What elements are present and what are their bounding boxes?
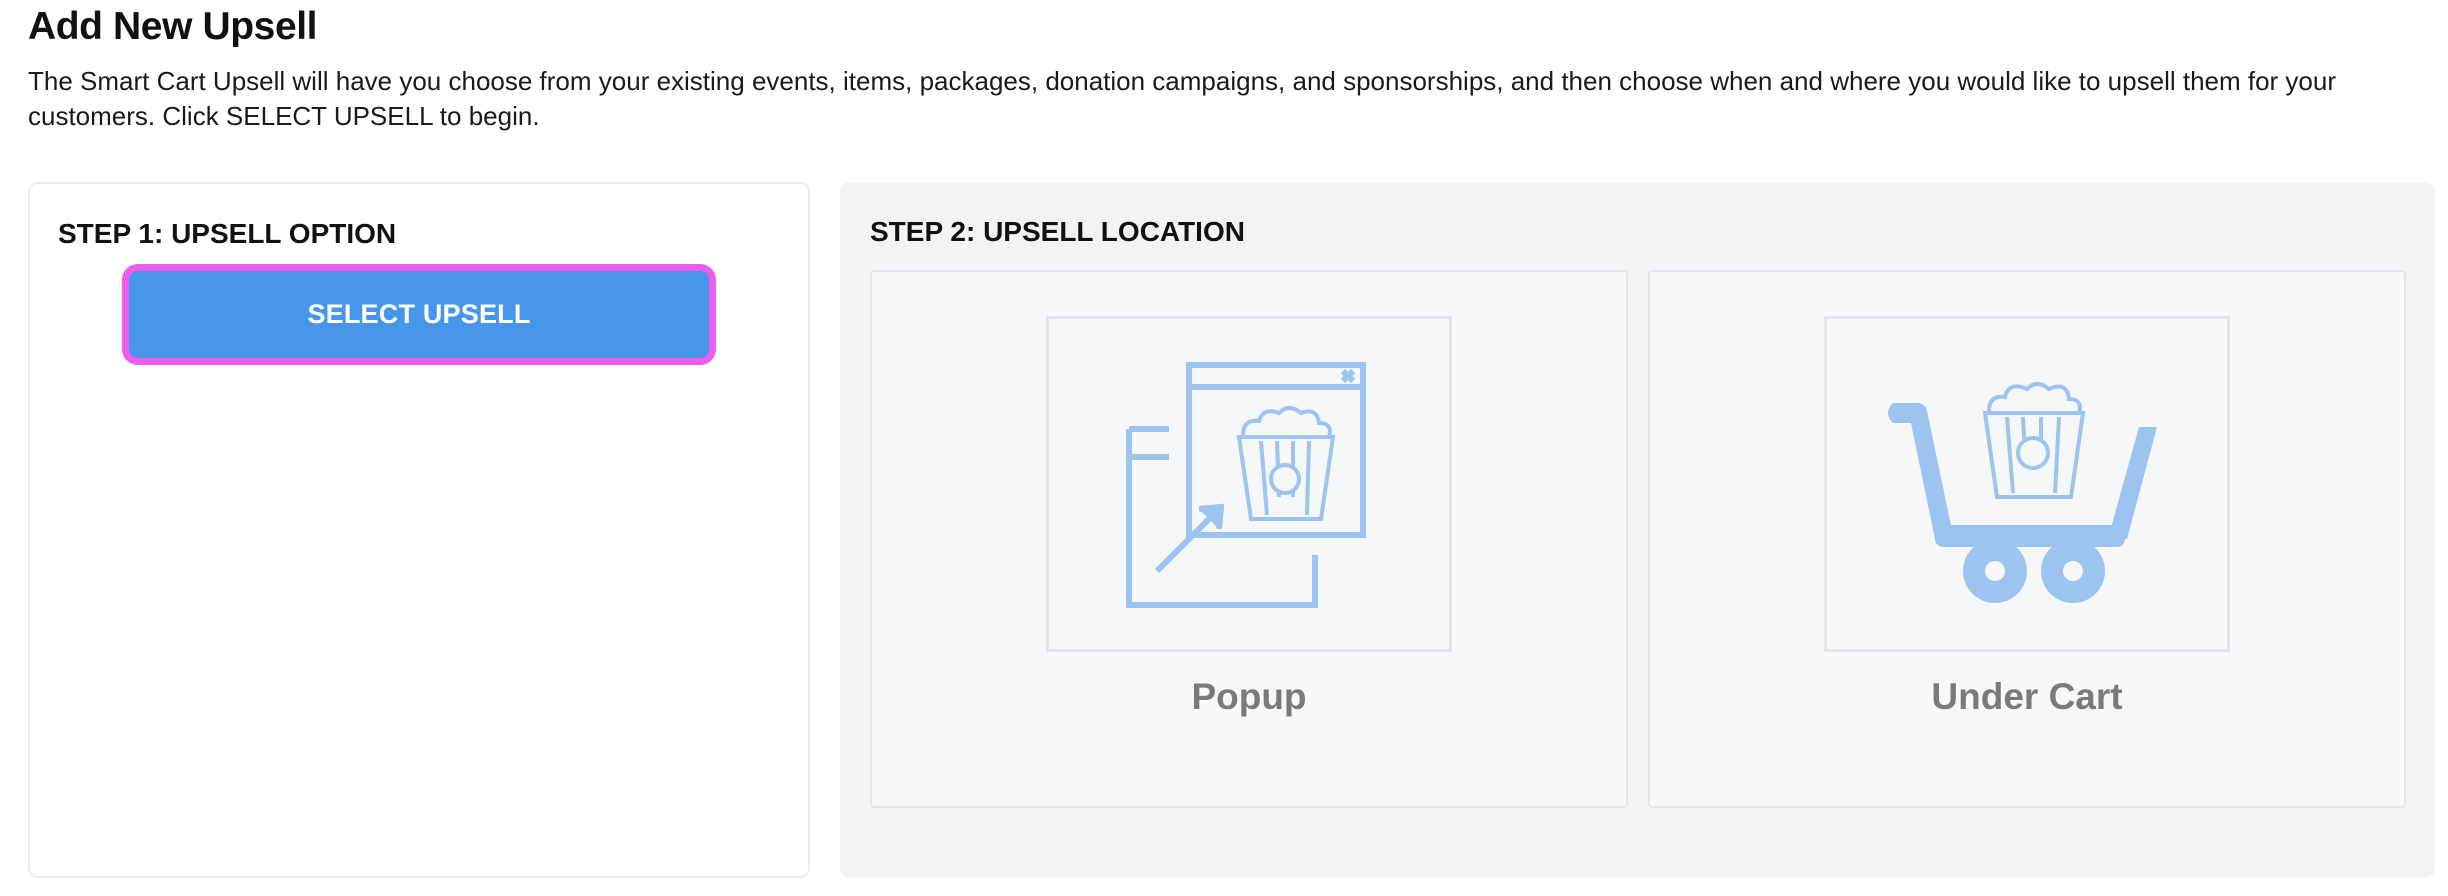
select-upsell-button[interactable]: SELECT UPSELL [122,264,716,365]
under-cart-option-label: Under Cart [1931,676,2123,717]
location-option-under-cart[interactable]: Under Cart [1648,270,2406,808]
shopping-cart-icon [1888,382,2157,603]
popup-icon-frame [1046,316,1452,652]
location-option-popup[interactable]: Popup [870,270,1628,808]
step2-card: STEP 2: UPSELL LOCATION Popup Under Cart [840,182,2435,878]
step2-heading: STEP 2: UPSELL LOCATION [870,216,1245,247]
step1-card: STEP 1: UPSELL OPTION SELECT UPSELL [28,182,810,878]
add-upsell-page: Add New Upsell The Smart Cart Upsell wil… [0,0,2448,896]
popup-option-label: Popup [1191,676,1307,717]
under-cart-icon-frame [1824,316,2230,652]
page-description: The Smart Cart Upsell will have you choo… [28,66,2337,131]
page-title: Add New Upsell [28,5,318,48]
popup-window-icon [1126,362,1366,608]
step1-heading: STEP 1: UPSELL OPTION [58,218,397,249]
